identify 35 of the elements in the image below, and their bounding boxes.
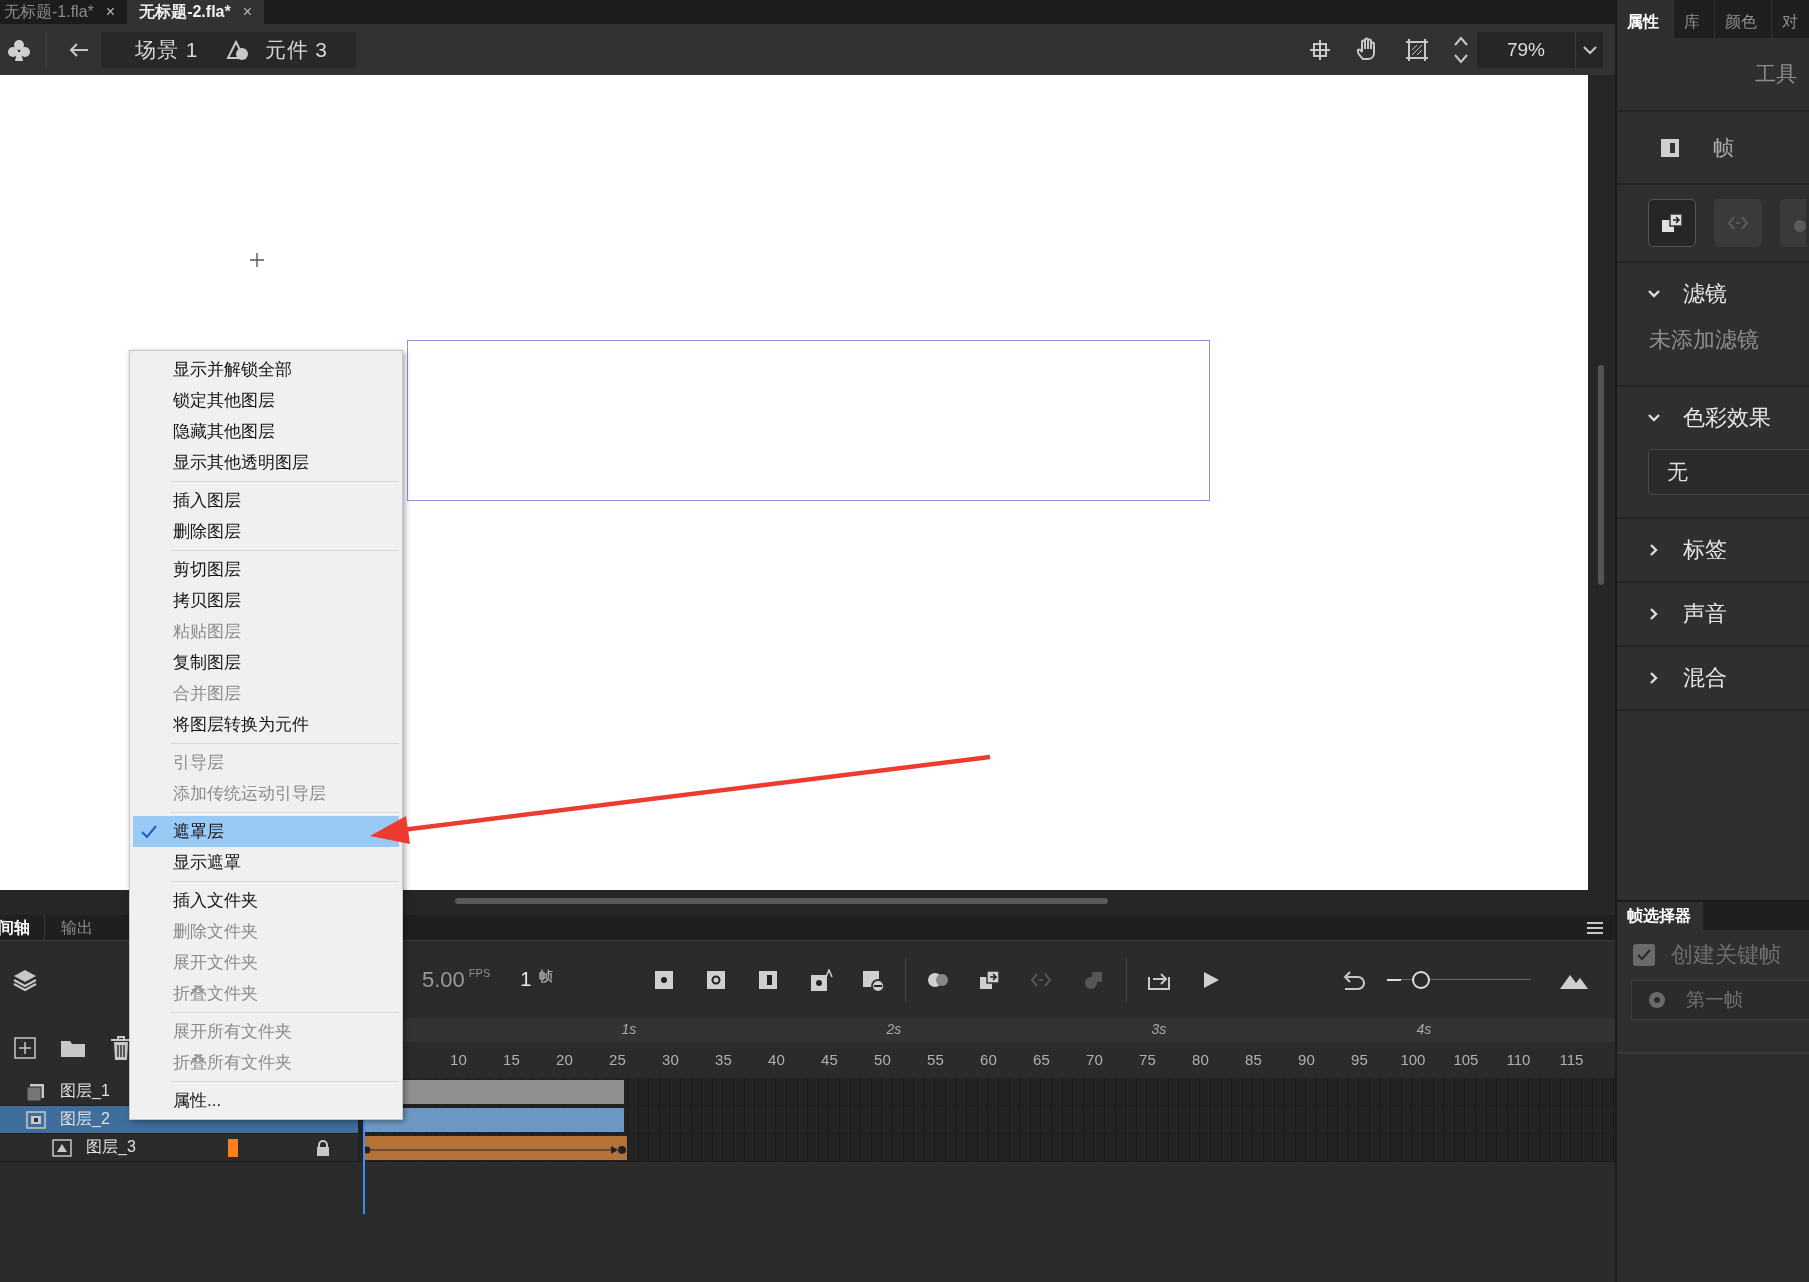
layer-name: 图层_3 bbox=[86, 1137, 136, 1157]
seconds-label: 3s bbox=[1151, 1021, 1167, 1037]
frame-number-label: 60 bbox=[979, 1051, 998, 1068]
layer-name: 图层_2 bbox=[60, 1109, 110, 1129]
seconds-label: 1s bbox=[621, 1021, 637, 1037]
seconds-label: 2s bbox=[886, 1021, 902, 1037]
frame-number-label: 75 bbox=[1138, 1051, 1157, 1068]
checkbox-label: 创建关键帧 bbox=[1671, 941, 1781, 969]
frame-number-label: 115 bbox=[1559, 1051, 1584, 1068]
frame-number-label: 80 bbox=[1191, 1051, 1210, 1068]
section-label: 帧 bbox=[1713, 134, 1734, 161]
frame-number-label: 50 bbox=[873, 1051, 892, 1068]
frame-number-label: 105 bbox=[1453, 1051, 1478, 1068]
frame-unit-label: 帧 bbox=[539, 968, 554, 986]
frame-number-label: 30 bbox=[661, 1051, 680, 1068]
seconds-label: 4s bbox=[1416, 1021, 1432, 1037]
frame-number-label: 65 bbox=[1032, 1051, 1051, 1068]
panel-heading: 工具 bbox=[1755, 61, 1797, 87]
frame-number-label: 10 bbox=[449, 1051, 468, 1068]
frame-number-label: 90 bbox=[1297, 1051, 1316, 1068]
frame-number-label: 70 bbox=[1085, 1051, 1104, 1068]
frame-number-label: 15 bbox=[502, 1051, 521, 1068]
frame-number-label: 40 bbox=[767, 1051, 786, 1068]
fps-unit-label: FPS bbox=[468, 966, 491, 979]
frame-number-label: 85 bbox=[1244, 1051, 1263, 1068]
frame-number-label: 45 bbox=[820, 1051, 839, 1068]
frame-number-label: 100 bbox=[1400, 1051, 1425, 1068]
frame-number-label: 95 bbox=[1350, 1051, 1369, 1068]
frame-number-label: 35 bbox=[714, 1051, 733, 1068]
layer-name: 图层_1 bbox=[60, 1081, 110, 1101]
frame-number-label: 55 bbox=[926, 1051, 945, 1068]
empty-message: 未添加滤镜 bbox=[1648, 326, 1760, 354]
frame-number-label: 110 bbox=[1506, 1051, 1531, 1068]
frame-number-label: 20 bbox=[555, 1051, 574, 1068]
frame-number-label: 25 bbox=[608, 1051, 627, 1068]
